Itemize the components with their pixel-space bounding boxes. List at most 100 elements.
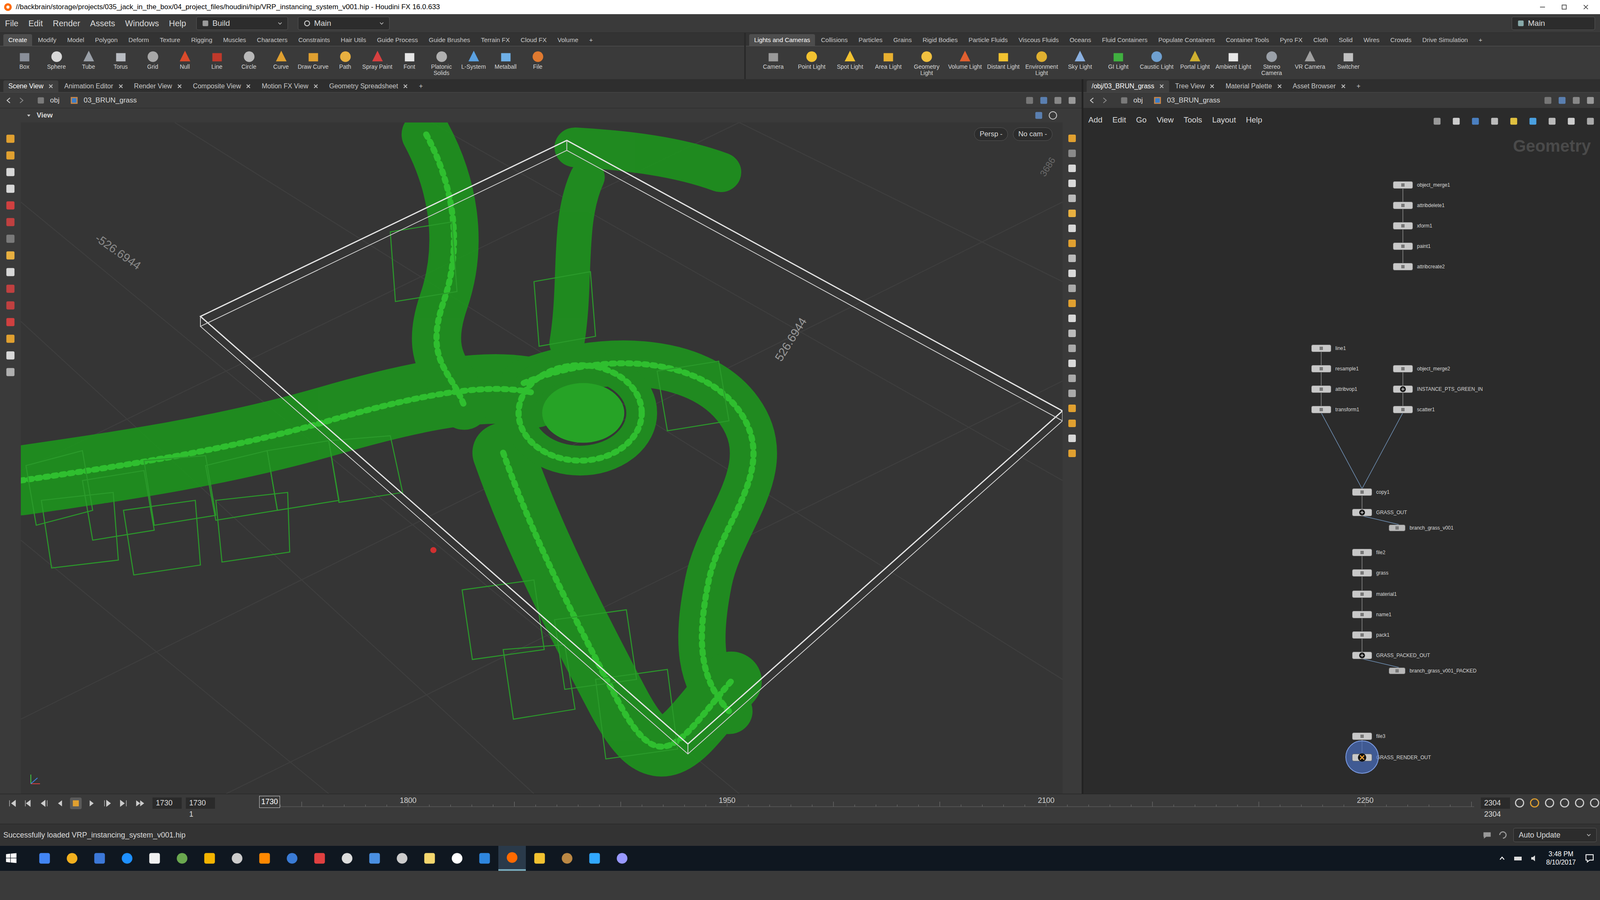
taskbar-app-icon[interactable]	[85, 845, 114, 871]
tool-icon[interactable]	[5, 350, 16, 361]
taskbar-app-icon[interactable]	[415, 845, 444, 871]
shelf-tool[interactable]: Volume Light	[945, 49, 985, 70]
global-end-field[interactable]: 2304	[1480, 808, 1510, 820]
tool-icon[interactable]	[1067, 283, 1078, 294]
network-toolbar-icon[interactable]	[1547, 116, 1557, 126]
shelf-tool[interactable]: Tube	[72, 49, 105, 70]
persp-button[interactable]: Persp -	[974, 127, 1008, 141]
tool-icon[interactable]	[1067, 433, 1078, 444]
shelf-tab[interactable]: Hair Utils	[335, 34, 372, 46]
go-to-end-icon[interactable]	[133, 797, 145, 810]
shelf-tab[interactable]: Constraints	[293, 34, 335, 46]
shelf-tab[interactable]: Wires	[1358, 34, 1385, 46]
shelf-tool[interactable]: Ambient Light	[1214, 49, 1253, 70]
pane-tab[interactable]: Motion FX View	[256, 80, 324, 93]
taskbar-app-icon[interactable]	[525, 845, 554, 871]
close-tab-icon[interactable]	[1159, 83, 1165, 89]
shelf-tool[interactable]: Point Light	[792, 49, 831, 70]
taskbar-app-icon[interactable]	[388, 845, 416, 871]
shelf-tool[interactable]: Circle	[232, 49, 265, 70]
network-node[interactable]: attribvop1	[1311, 385, 1358, 393]
shelf-tool[interactable]: Draw Curve	[297, 49, 330, 70]
taskbar-app-icon[interactable]	[30, 845, 59, 871]
tool-icon[interactable]	[1067, 328, 1078, 339]
shelf-tool[interactable]: Torus	[104, 49, 137, 70]
taskbar-app-icon[interactable]	[305, 845, 334, 871]
tool-icon[interactable]	[1067, 253, 1078, 264]
close-tab-icon[interactable]	[177, 83, 183, 89]
shelf-tool[interactable]: Line	[200, 49, 233, 70]
network-node[interactable]: grass	[1352, 569, 1389, 577]
pane-tab[interactable]: Material Palette	[1220, 80, 1287, 93]
desktop-dropdown[interactable]: Main	[297, 16, 390, 30]
update-icon[interactable]	[1497, 829, 1509, 841]
tool-icon[interactable]	[1067, 133, 1078, 144]
taskbar-app-icon[interactable]	[58, 845, 86, 871]
tool-icon[interactable]	[5, 133, 16, 145]
timeline-option-icon[interactable]	[1544, 797, 1555, 809]
shelf-tool[interactable]: Grid	[136, 49, 169, 70]
taskbar-app-icon[interactable]	[140, 845, 169, 871]
notification-icon[interactable]	[1584, 852, 1595, 864]
taskbar-app-icon[interactable]	[470, 845, 499, 871]
network-node[interactable]: branch_grass_v001	[1388, 524, 1454, 532]
tool-icon[interactable]	[1067, 343, 1078, 354]
shelf-tab[interactable]: Polygon	[90, 34, 123, 46]
shelf-tab[interactable]: Characters	[252, 34, 293, 46]
tool-icon[interactable]	[1067, 163, 1078, 174]
shelf-tab[interactable]: Model	[62, 34, 90, 46]
shelf-tool[interactable]: Portal Light	[1175, 49, 1215, 70]
network-icon[interactable]	[1512, 853, 1523, 864]
forward-icon[interactable]	[1100, 96, 1109, 105]
shelf-tab[interactable]: Pyro FX	[1275, 34, 1308, 46]
tool-icon[interactable]	[1067, 193, 1078, 204]
shelf-tab[interactable]: Collisions	[815, 34, 853, 46]
timeline-option-icon[interactable]	[1574, 797, 1585, 809]
taskbar-app-icon[interactable]	[580, 845, 609, 871]
menu-item[interactable]: Help	[168, 17, 186, 30]
network-node[interactable]: line1	[1311, 344, 1346, 353]
toolbar-icon[interactable]	[1039, 95, 1049, 105]
taskbar-app-icon[interactable]	[250, 845, 279, 871]
tool-icon[interactable]	[1067, 313, 1078, 324]
pane-tab[interactable]: Geometry Spreadsheet	[324, 80, 413, 93]
camera-button[interactable]: No cam -	[1012, 127, 1053, 141]
close-tab-icon[interactable]	[48, 83, 54, 89]
shelf-tool[interactable]: Stereo Camera	[1252, 49, 1291, 77]
taskbar-app-icon[interactable]	[195, 845, 224, 871]
minimize-icon[interactable]	[1531, 2, 1554, 12]
network-toolbar-icon[interactable]	[1509, 116, 1519, 126]
shelf-tool[interactable]: Environment Light	[1022, 49, 1061, 77]
network-toolbar-icon[interactable]	[1490, 116, 1500, 126]
network-canvas[interactable]: Geometryobject_merge1attribdelete1xform1…	[1083, 129, 1600, 794]
network-toolbar-icon[interactable]	[1566, 116, 1576, 126]
network-menu-item[interactable]: Edit	[1112, 114, 1127, 127]
shelf-tool[interactable]: Box	[8, 49, 41, 70]
network-menu-item[interactable]: Tools	[1183, 114, 1203, 127]
close-tab-icon[interactable]	[1340, 83, 1346, 89]
toolbar-icon[interactable]	[1025, 95, 1035, 105]
network-node[interactable]: attribcreate2	[1392, 262, 1445, 271]
shelf-tab[interactable]: Container Tools	[1220, 34, 1275, 46]
shelf-tool[interactable]: Curve	[265, 49, 298, 70]
tool-icon[interactable]	[1067, 238, 1078, 249]
current-frame-marker[interactable]: 1730	[259, 795, 280, 808]
shelf-tab[interactable]: Rigging	[186, 34, 218, 46]
shelf-tool[interactable]: Caustic Light	[1137, 49, 1176, 70]
tool-icon[interactable]	[1067, 298, 1078, 309]
shelf-tab[interactable]: Create	[3, 34, 33, 46]
update-mode-dropdown[interactable]: Auto Update	[1513, 827, 1597, 843]
tool-icon[interactable]	[5, 233, 16, 245]
menu-item[interactable]: File	[5, 17, 19, 30]
network-menu-item[interactable]: Add	[1088, 114, 1103, 127]
taskbar-app-icon[interactable]	[608, 845, 636, 871]
tool-icon[interactable]	[5, 300, 16, 311]
shelf-tool[interactable]: Switcher	[1329, 49, 1368, 70]
shelf-tab[interactable]: Terrain FX	[475, 34, 515, 46]
network-node[interactable]: GRASS_PACKED_OUT	[1352, 651, 1430, 660]
network-node[interactable]: material1	[1352, 590, 1397, 598]
toolbar-icon[interactable]	[1585, 95, 1595, 105]
close-icon[interactable]	[1575, 2, 1597, 12]
taskbar-app-icon[interactable]	[360, 845, 389, 871]
tool-icon[interactable]	[1067, 448, 1078, 459]
